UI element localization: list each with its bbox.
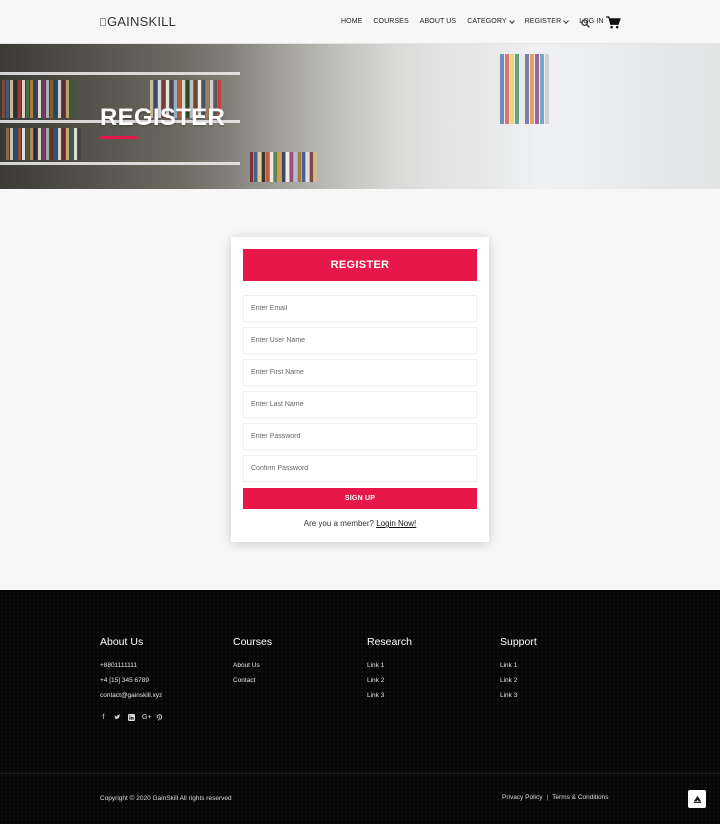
member-prompt: Are you a member? Login Now! [231,519,489,528]
legal-separator: | [546,794,549,801]
footer-courses: Courses About Us Contact [233,636,272,688]
sign-up-button[interactable]: SIGN UP [243,488,477,509]
confirm-password-field[interactable] [243,455,477,482]
footer-link[interactable]: Link 3 [367,688,412,703]
shelf [0,162,240,165]
logo-text: GAINSKILL [107,14,176,29]
scroll-to-top-button[interactable] [688,790,706,808]
username-field[interactable] [243,327,477,354]
footer-about-title: About Us [100,636,144,648]
footer-research: Research Link 1 Link 2 Link 3 [367,636,412,703]
hero-banner: REGISTER [0,44,720,189]
nav-category[interactable]: CATEGORY [467,17,515,25]
footer-divider [0,773,720,774]
register-card: REGISTER SIGN UP Are you a member? Login… [231,237,489,542]
nav-home[interactable]: HOME [341,18,362,25]
footer-link[interactable]: Link 1 [500,658,537,673]
book-row [2,128,81,160]
terms-conditions-link[interactable]: Terms & Conditions [552,794,608,801]
facebook-icon[interactable]: f [100,714,107,723]
footer-research-title: Research [367,636,412,648]
first-name-field[interactable] [243,359,477,386]
footer-courses-title: Courses [233,636,273,648]
password-field[interactable] [243,423,477,450]
site-logo[interactable]: GAINSKILL [100,14,176,29]
footer-link[interactable]: Link 2 [367,673,412,688]
footer-link[interactable]: About Us [233,658,272,673]
search-icon[interactable] [581,19,590,28]
cart-icon[interactable] [606,16,621,29]
nav-category-label: CATEGORY [467,18,507,25]
social-links: f G+ [100,714,163,723]
footer-link[interactable]: Link 2 [500,673,537,688]
hero-glare [230,44,720,189]
title-underline [100,136,138,139]
footer-about: About Us +8801111111 +4 [15] 345 6789 co… [100,636,162,703]
pinterest-icon[interactable] [156,714,163,723]
chevron-down-icon [563,17,570,24]
login-now-link[interactable]: Login Now! [376,519,416,528]
page-title: REGISTER [100,104,226,131]
twitter-icon[interactable] [114,714,121,723]
main-nav: HOME COURSES ABOUT US CATEGORY REGISTER … [341,17,604,25]
footer-link[interactable]: Link 1 [367,658,412,673]
footer-support-title: Support [500,636,537,648]
nav-about-us[interactable]: ABOUT US [420,18,456,25]
copyright-text: Copyright © 2020 GainSkill All rights re… [100,795,232,802]
book-row [2,80,73,118]
legal-links: Privacy Policy | Terms & Conditions [502,794,609,801]
nav-register[interactable]: REGISTER [524,17,570,25]
footer-link[interactable]: Link 3 [500,688,537,703]
world-map-background [0,590,720,824]
register-card-title: REGISTER [243,249,477,281]
arrow-up-icon [693,795,701,803]
footer-link[interactable]: Contact [233,673,272,688]
nav-register-label: REGISTER [524,18,562,25]
footer-phone: +4 [15] 345 6789 [100,677,149,684]
footer-phone: +8801111111 [100,662,138,669]
footer-support: Support Link 1 Link 2 Link 3 [500,636,537,703]
shelf [0,72,240,75]
last-name-field[interactable] [243,391,477,418]
linkedin-icon[interactable] [128,714,135,723]
footer-email[interactable]: contact@gainskill.xyz [100,688,162,703]
privacy-policy-link[interactable]: Privacy Policy [502,794,542,801]
member-text: Are you a member? [303,519,374,528]
email-field[interactable] [243,295,477,322]
site-header: GAINSKILL HOME COURSES ABOUT US CATEGORY… [0,0,720,44]
nav-courses[interactable]: COURSES [373,18,408,25]
google-plus-icon[interactable]: G+ [142,714,152,723]
chevron-down-icon [508,17,515,24]
broken-image-icon [100,17,106,26]
site-footer: About Us +8801111111 +4 [15] 345 6789 co… [0,590,720,824]
